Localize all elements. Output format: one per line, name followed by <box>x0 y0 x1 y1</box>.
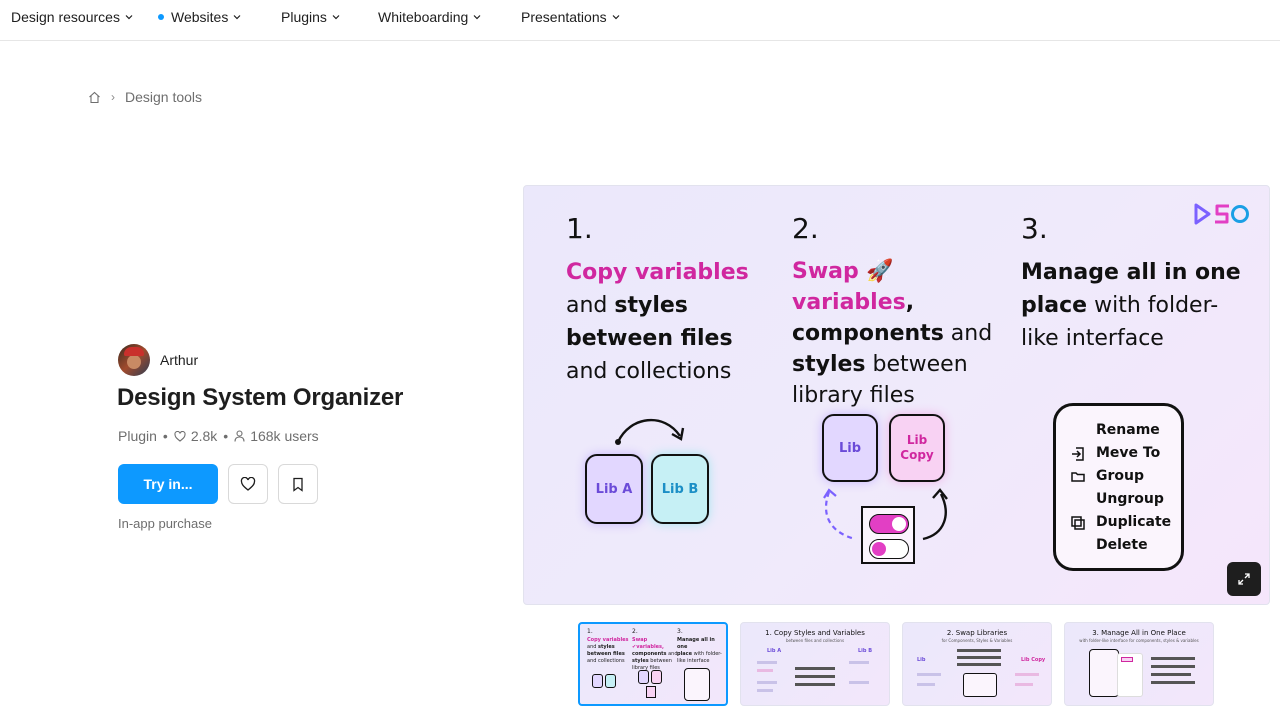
chevron-down-icon <box>612 15 620 20</box>
lib-b-file: Lib B <box>651 454 709 524</box>
move-to-icon <box>1072 447 1084 461</box>
user-icon <box>234 430 245 442</box>
lib-a-file: Lib A <box>585 454 643 524</box>
heart-icon <box>240 477 256 491</box>
page-title: Design System Organizer <box>117 384 404 411</box>
nav-whiteboarding[interactable]: Whiteboarding <box>378 9 481 25</box>
chevron-down-icon <box>125 15 133 20</box>
home-icon[interactable] <box>88 91 101 104</box>
chevron-down-icon <box>332 15 340 20</box>
avatar <box>118 344 150 376</box>
expand-icon <box>1238 573 1250 585</box>
folder-icon <box>1071 472 1085 482</box>
hero-image[interactable]: 1. Copy variables and styles between fil… <box>523 185 1270 605</box>
nav-label: Whiteboarding <box>378 9 469 25</box>
plugin-meta: Plugin • 2.8k • 168k users <box>118 428 319 444</box>
nav-presentations[interactable]: Presentations <box>521 9 620 25</box>
nav-plugins[interactable]: Plugins <box>281 9 340 25</box>
try-in-button[interactable]: Try in... <box>118 464 218 504</box>
nav-label: Design resources <box>11 9 120 25</box>
nav-websites[interactable]: Websites <box>158 9 241 25</box>
chevron-down-icon <box>233 15 241 20</box>
step-number: 1. <box>566 212 593 245</box>
nav-label: Plugins <box>281 9 327 25</box>
breadcrumb-design-tools[interactable]: Design tools <box>125 89 202 105</box>
purchase-note: In-app purchase <box>118 516 212 531</box>
thumbnail-3[interactable]: 2. Swap Libraries for Components, Styles… <box>902 622 1052 706</box>
active-dot-icon <box>158 14 164 20</box>
dso-logo-icon <box>1194 203 1249 225</box>
bookmark-icon <box>293 477 303 492</box>
lib-file: Lib <box>822 414 878 482</box>
step-number: 2. <box>792 212 819 245</box>
swap-arrows-icon <box>823 488 948 541</box>
author[interactable]: Arthur <box>118 344 198 376</box>
step-number: 3. <box>1021 212 1048 245</box>
top-navigation: Design resources Websites Plugins Whiteb… <box>0 0 1280 41</box>
expand-button[interactable] <box>1227 562 1261 596</box>
plugin-type: Plugin <box>118 428 157 444</box>
curved-arrow-icon <box>615 419 685 445</box>
lib-copy-file: Lib Copy <box>889 414 945 482</box>
breadcrumb: › Design tools <box>88 89 202 105</box>
nav-design-resources[interactable]: Design resources <box>11 9 133 25</box>
chevron-down-icon <box>473 15 481 20</box>
like-count: 2.8k <box>190 428 218 444</box>
thumbnail-1[interactable]: 1. 2. 3. Copy variables and styles between… <box>578 622 728 706</box>
heart-icon <box>174 430 186 442</box>
context-menu-illustration: Rename Meve To Group Ungroup Duplicate D… <box>1053 403 1184 571</box>
like-button[interactable] <box>228 464 268 504</box>
nav-label: Websites <box>171 9 229 25</box>
thumbnail-4[interactable]: 3. Manage All in One Place with folder-l… <box>1064 622 1214 706</box>
chevron-right-icon: › <box>111 90 115 104</box>
author-name[interactable]: Arthur <box>160 352 198 368</box>
duplicate-icon <box>1071 516 1085 530</box>
user-count: 168k users <box>250 428 319 444</box>
thumbnail-2[interactable]: 1. Copy Styles and Variables between fil… <box>740 622 890 706</box>
bookmark-button[interactable] <box>278 464 318 504</box>
nav-label: Presentations <box>521 9 607 25</box>
